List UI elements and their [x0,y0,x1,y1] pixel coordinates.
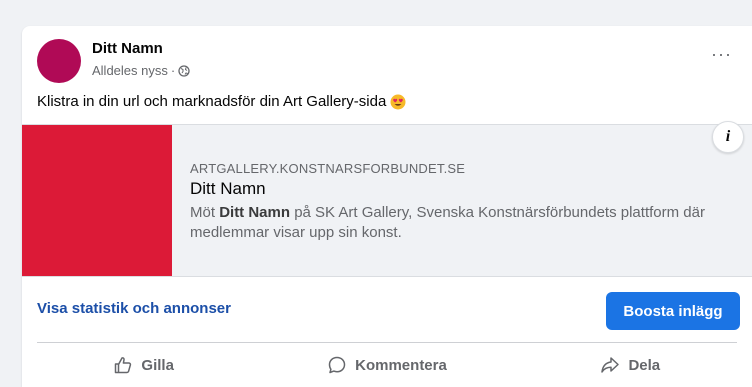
link-description: Möt Ditt Namn på SK Art Gallery, Svenska… [190,203,710,243]
share-label: Dela [628,356,661,374]
post-text: Klistra in din url och marknadsför din A… [37,93,387,110]
avatar[interactable] [37,39,81,83]
more-options-button[interactable]: ··· [711,44,732,65]
comment-button[interactable]: Kommentera [265,343,508,387]
like-button[interactable]: Gilla [22,343,265,387]
comment-bubble-icon [328,356,346,374]
author-name[interactable]: Ditt Namn [92,40,163,57]
action-bar: Gilla Kommentera Dela [22,343,752,387]
thumbs-up-icon [115,357,132,374]
link-title[interactable]: Ditt Namn [190,179,266,199]
info-icon[interactable]: i [712,121,744,153]
link-preview[interactable]: i ARTGALLERY.KONSTNARSFORBUNDET.SE Ditt … [22,121,752,277]
post-meta: Alldeles nyss · [92,63,190,78]
view-stats-link[interactable]: Visa statistik och annonser [37,300,231,317]
desc-prefix: Möt [190,204,220,221]
link-domain: ARTGALLERY.KONSTNARSFORBUNDET.SE [190,161,466,176]
timestamp[interactable]: Alldeles nyss [92,63,168,78]
comment-label: Kommentera [355,356,447,374]
share-arrow-icon [601,357,620,373]
globe-icon[interactable] [178,64,190,77]
like-label: Gilla [141,356,174,374]
link-thumbnail[interactable] [22,125,172,276]
desc-name: Ditt Namn [219,204,291,221]
meta-separator: · [170,63,176,78]
post-text-row: Klistra in din url och marknadsför din A… [37,93,406,110]
promotion-bar: Visa statistik och annonser Boosta inläg… [22,276,752,341]
share-button[interactable]: Dela [509,343,752,387]
heart-eyes-emoji-icon [390,94,406,109]
post-card: Ditt Namn Alldeles nyss · ··· Klistra in… [22,26,752,387]
boost-post-button[interactable]: Boosta inlägg [606,292,740,330]
